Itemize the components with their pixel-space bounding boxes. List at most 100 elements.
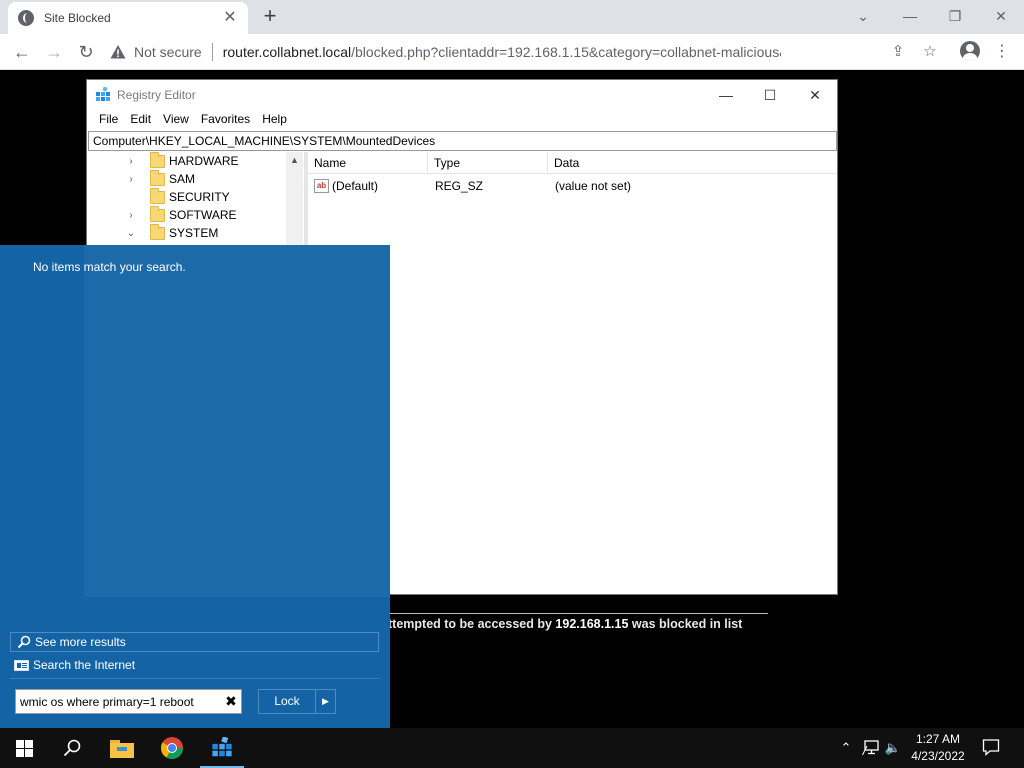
chevron-down-icon[interactable]: ⌄ bbox=[126, 228, 136, 239]
start-search-panel: No items match your search. See more res… bbox=[0, 245, 390, 728]
regedit-close-button[interactable]: ✕ bbox=[802, 83, 828, 107]
regedit-address-bar[interactable]: Computer\HKEY_LOCAL_MACHINE\SYSTEM\Mount… bbox=[88, 131, 837, 151]
magnifier-icon bbox=[17, 635, 31, 649]
taskbar-clock[interactable]: 1:27 AM 4/23/2022 bbox=[900, 731, 976, 765]
omnibox-separator bbox=[211, 43, 213, 61]
profile-avatar-icon[interactable] bbox=[960, 41, 980, 61]
tab-close-icon[interactable]: ✕ bbox=[222, 10, 238, 26]
menu-view[interactable]: View bbox=[157, 110, 195, 130]
start-search-input[interactable] bbox=[20, 693, 218, 710]
browser-tab-site-blocked[interactable]: Site Blocked ✕ bbox=[8, 2, 248, 34]
tree-item-label: SECURITY bbox=[169, 190, 230, 204]
see-more-results-button[interactable]: See more results bbox=[10, 632, 379, 652]
taskbar-search-button[interactable] bbox=[48, 728, 96, 768]
folder-icon bbox=[150, 187, 165, 204]
tab-title: Site Blocked bbox=[44, 11, 111, 25]
see-more-label: See more results bbox=[35, 635, 126, 649]
column-name[interactable]: Name bbox=[308, 152, 428, 174]
tree-item-label: HARDWARE bbox=[169, 154, 239, 168]
table-row[interactable]: ab (Default) REG_SZ (value not set) bbox=[308, 176, 837, 196]
reload-icon[interactable]: ↻ bbox=[74, 40, 98, 64]
clear-icon[interactable]: ✖ bbox=[224, 693, 238, 710]
regedit-maximize-button[interactable]: ☐ bbox=[757, 83, 783, 107]
blocked-message: ttempted to be accessed by 192.168.1.15 … bbox=[388, 617, 742, 631]
client-ip: 192.168.1.15 bbox=[555, 617, 629, 631]
new-tab-button[interactable]: + bbox=[258, 4, 282, 28]
regedit-title: Registry Editor bbox=[117, 88, 196, 102]
network-icon[interactable] bbox=[861, 738, 881, 758]
tree-item-security[interactable]: SECURITY bbox=[88, 187, 230, 206]
menu-help[interactable]: Help bbox=[256, 110, 293, 130]
folder-icon bbox=[150, 152, 165, 168]
folder-icon bbox=[150, 169, 165, 186]
bookmark-star-icon[interactable]: ☆ bbox=[920, 42, 940, 62]
taskbar-chrome[interactable] bbox=[148, 728, 196, 768]
url-path: /blocked.php?clientaddr=192.168.1.15&cat… bbox=[351, 44, 781, 60]
warning-icon[interactable] bbox=[110, 44, 126, 60]
search-internet-button[interactable]: Search the Internet bbox=[10, 655, 379, 675]
registry-editor-icon bbox=[96, 87, 110, 101]
chevron-right-icon[interactable]: › bbox=[126, 210, 136, 221]
menu-edit[interactable]: Edit bbox=[124, 110, 157, 130]
regedit-titlebar[interactable]: Registry Editor — ☐ ✕ bbox=[87, 80, 837, 110]
regedit-minimize-button[interactable]: — bbox=[713, 83, 739, 107]
regedit-menubar: File Edit View Favorites Help bbox=[87, 110, 837, 130]
forward-arrow-icon[interactable]: → bbox=[42, 40, 66, 64]
web-search-icon bbox=[14, 659, 29, 671]
folder-icon bbox=[150, 223, 165, 240]
start-button[interactable] bbox=[0, 728, 48, 768]
panel-divider bbox=[10, 678, 379, 679]
browser-restore-button[interactable]: ❐ bbox=[941, 4, 969, 28]
tree-item-system[interactable]: ⌄ SYSTEM bbox=[88, 223, 219, 242]
value-name: (Default) bbox=[332, 179, 379, 193]
tab-search-icon[interactable]: ⌄ bbox=[849, 4, 877, 28]
registry-editor-icon bbox=[212, 737, 232, 757]
blocked-message-suffix: was blocked in list bbox=[628, 617, 743, 631]
chevron-right-icon[interactable]: › bbox=[126, 156, 136, 167]
browser-toolbar: ← → ↻ Not secure router.collabnet.local … bbox=[0, 34, 1024, 70]
browser-close-button[interactable]: ✕ bbox=[987, 4, 1015, 28]
search-internet-label: Search the Internet bbox=[33, 658, 136, 672]
string-value-icon: ab bbox=[314, 179, 329, 193]
share-icon[interactable]: ⇪ bbox=[888, 42, 908, 62]
power-options-arrow-icon[interactable]: ▶ bbox=[316, 690, 335, 713]
value-data: (value not set) bbox=[555, 179, 632, 193]
blocked-page-divider bbox=[390, 613, 768, 614]
url-host: router.collabnet.local bbox=[222, 44, 352, 60]
browser-tab-strip: Site Blocked ✕ + ⌄ — ❐ ✕ bbox=[0, 0, 1024, 34]
value-type: REG_SZ bbox=[435, 179, 484, 193]
search-icon bbox=[63, 739, 81, 757]
chevron-right-icon[interactable]: › bbox=[126, 174, 136, 185]
column-type[interactable]: Type bbox=[428, 152, 548, 174]
folder-icon bbox=[150, 205, 165, 222]
file-explorer-icon bbox=[110, 740, 134, 758]
tree-item-sam[interactable]: › SAM bbox=[88, 169, 196, 188]
menu-favorites[interactable]: Favorites bbox=[195, 110, 256, 130]
tray-chevron-up-icon[interactable]: ⌃ bbox=[838, 738, 854, 758]
lock-button-group: Lock ▶ bbox=[258, 689, 336, 714]
list-header: Name Type Data bbox=[308, 152, 837, 174]
column-data[interactable]: Data bbox=[548, 152, 836, 174]
tree-item-label: SYSTEM bbox=[169, 226, 219, 240]
chrome-icon bbox=[161, 737, 183, 759]
tree-item-software[interactable]: › SOFTWARE bbox=[88, 205, 237, 224]
windows-logo-icon bbox=[15, 739, 33, 757]
tree-item-label: SAM bbox=[169, 172, 196, 186]
address-bar[interactable]: Not secure router.collabnet.local /block… bbox=[110, 38, 950, 66]
browser-menu-icon[interactable]: ⋮ bbox=[994, 42, 1010, 62]
scroll-up-icon[interactable]: ▲ bbox=[290, 155, 299, 165]
results-area bbox=[84, 245, 390, 597]
browser-minimize-button[interactable]: — bbox=[896, 4, 924, 28]
lock-button[interactable]: Lock bbox=[259, 690, 316, 713]
menu-file[interactable]: File bbox=[93, 110, 124, 130]
notification-center-icon[interactable] bbox=[982, 738, 1002, 758]
taskbar-file-explorer[interactable] bbox=[98, 728, 146, 768]
no-results-message: No items match your search. bbox=[33, 260, 186, 274]
taskbar-registry-editor[interactable] bbox=[198, 728, 246, 768]
back-arrow-icon[interactable]: ← bbox=[10, 40, 34, 64]
tree-item-hardware[interactable]: › HARDWARE bbox=[88, 152, 239, 170]
start-search-field[interactable]: ✖ bbox=[15, 689, 242, 714]
clock-time: 1:27 AM bbox=[915, 732, 961, 746]
clock-date: 4/23/2022 bbox=[911, 749, 965, 763]
not-secure-label: Not secure bbox=[134, 44, 202, 60]
